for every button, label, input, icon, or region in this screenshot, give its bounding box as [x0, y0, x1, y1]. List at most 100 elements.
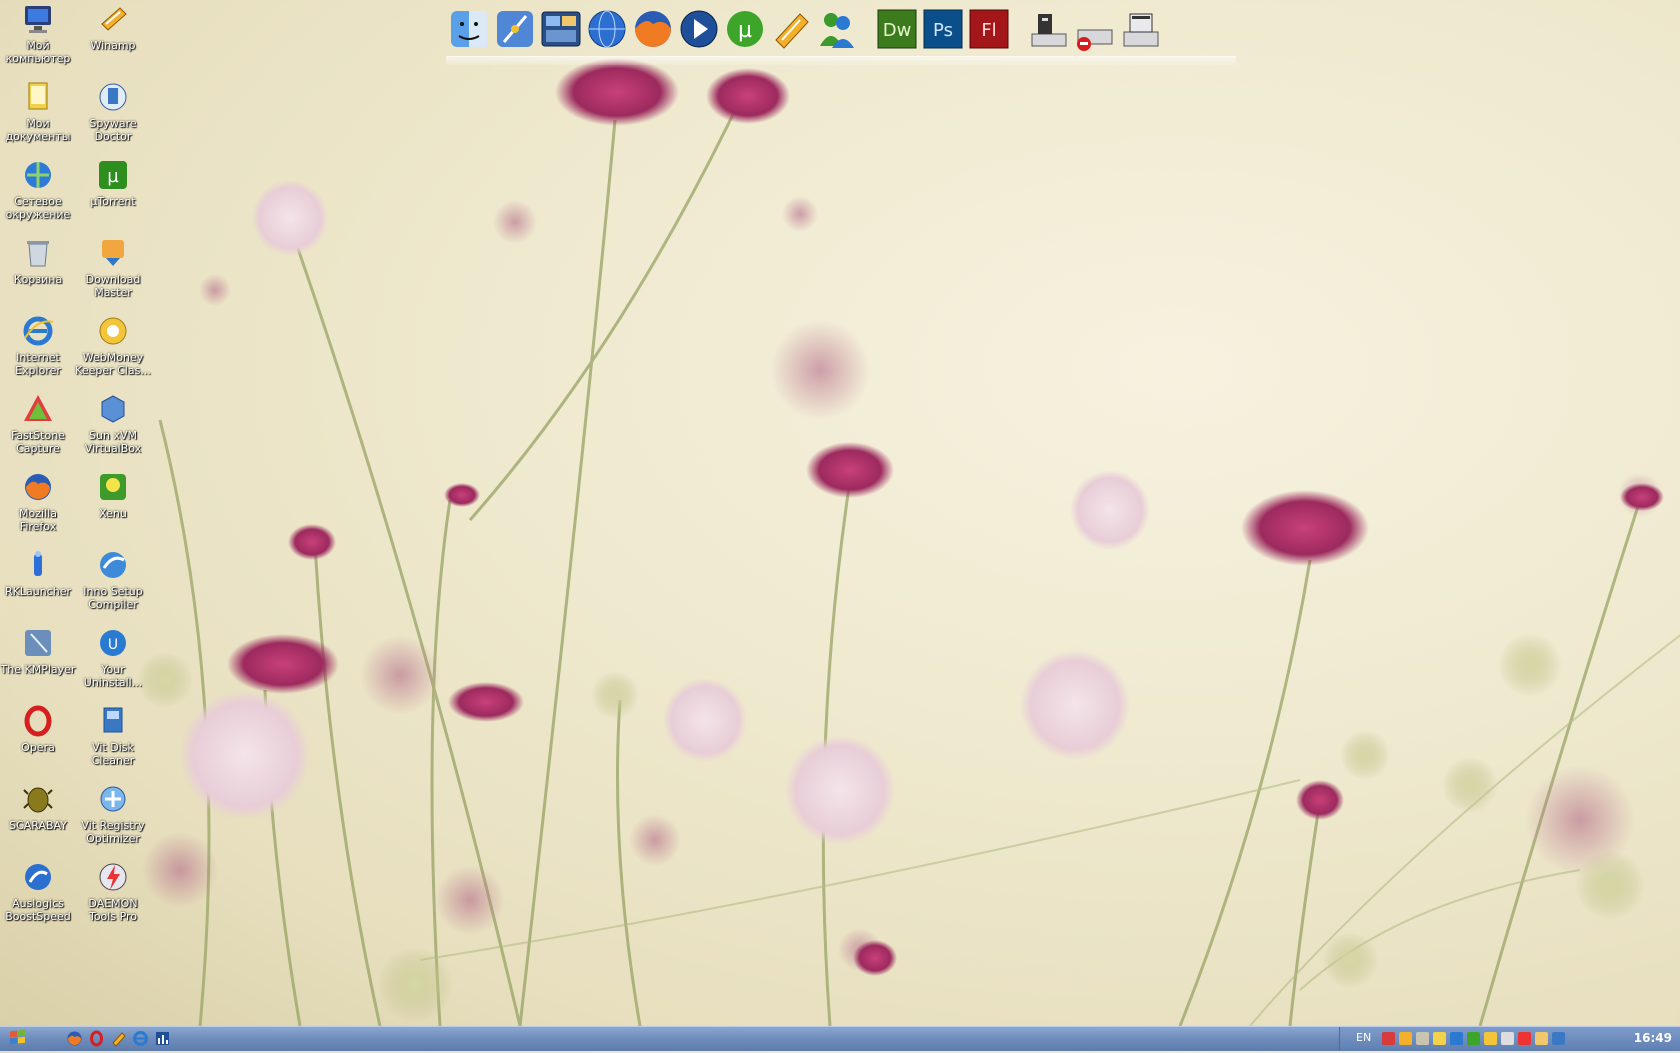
- system-tray: EN 16:49: [1339, 1027, 1680, 1051]
- folder-icon[interactable]: [1535, 1032, 1548, 1045]
- winamp-icon[interactable]: [1399, 1032, 1412, 1045]
- desktop-shortcut-download-master[interactable]: Download Master: [75, 236, 151, 299]
- drive-icon: [1031, 14, 1067, 47]
- desktop-shortcut-my-computer[interactable]: Мой компьютер: [0, 2, 76, 65]
- dock-item-drive[interactable]: [1026, 6, 1072, 52]
- desktop-shortcut-label: Download Master: [85, 273, 141, 299]
- drive-eject-icon: [1077, 29, 1113, 51]
- virtualbox-icon: [96, 392, 130, 426]
- dock-item-winamp[interactable]: [768, 6, 814, 52]
- webmoney-icon[interactable]: [1484, 1032, 1497, 1045]
- desktop-shortcut-label: Xenu: [99, 507, 127, 520]
- monitor-icon[interactable]: [1450, 1032, 1463, 1045]
- my-documents-icon: [21, 80, 55, 114]
- desktop-shortcut-opera[interactable]: Opera: [0, 704, 76, 754]
- compass-icon: [497, 11, 533, 47]
- flower-meadow-image: [137, 58, 1680, 1026]
- quick-launch-firefox[interactable]: [66, 1030, 83, 1047]
- desktop-shortcut-auslogics[interactable]: Auslogics BoostSpeed: [0, 860, 76, 923]
- desktop-shortcut-virtualbox[interactable]: Sun xVM VirtualBox: [75, 392, 151, 455]
- inno-setup-icon: [96, 548, 130, 582]
- dock-item-dreamweaver[interactable]: Dw: [874, 6, 920, 52]
- desktop-shortcut-internet-explorer[interactable]: Internet Explorer: [0, 314, 76, 377]
- desktop-shortcut-webmoney[interactable]: WebMoney Keeper Clas...: [75, 314, 151, 377]
- desktop-shortcut-scarabay[interactable]: SCARABAY: [0, 782, 76, 832]
- desktop-shortcut-my-documents[interactable]: Мои документы: [0, 80, 76, 143]
- dock-item-messenger[interactable]: [814, 6, 860, 52]
- dock-shelf: [446, 56, 1236, 65]
- desktop-shortcut-label: Auslogics BoostSpeed: [5, 897, 71, 923]
- recycle-bin-icon: [21, 236, 55, 270]
- desktop-shortcut-kmplayer[interactable]: The KMPlayer: [0, 626, 76, 676]
- dock-item-firefox[interactable]: [630, 6, 676, 52]
- dock-item-drive-card[interactable]: [1118, 6, 1164, 52]
- desktop-shortcut-label: Internet Explorer: [15, 351, 61, 377]
- desktop-wallpaper: [0, 0, 1680, 1026]
- daemon-icon[interactable]: [1518, 1032, 1531, 1045]
- desktop-shortcut-xenu[interactable]: Xenu: [75, 470, 151, 520]
- dock-item-drive-eject[interactable]: [1072, 6, 1118, 52]
- opera-icon: [90, 1030, 103, 1047]
- dock-item-media-player[interactable]: [676, 6, 722, 52]
- firefox-icon: [67, 1031, 82, 1046]
- winamp-icon: [112, 1032, 126, 1047]
- desktop-shortcut-winamp[interactable]: Winamp: [75, 2, 151, 52]
- dock-item-finder[interactable]: [446, 6, 492, 52]
- desktop-shortcut-firefox[interactable]: Mozilla Firefox: [0, 470, 76, 533]
- internet-explorer-icon: [21, 314, 55, 348]
- language-indicator[interactable]: EN: [1356, 1031, 1371, 1044]
- network-icon[interactable]: [1433, 1032, 1446, 1045]
- dock-item-compass[interactable]: [492, 6, 538, 52]
- desktop-shortcut-network[interactable]: Сетевое окружение: [0, 158, 76, 221]
- desktop-shortcut-spyware-doctor[interactable]: Spyware Doctor: [75, 80, 151, 143]
- desktop-shortcut-vit-registry[interactable]: Vit Registry Optimizer: [75, 782, 151, 845]
- quick-launch-winamp[interactable]: [110, 1030, 127, 1047]
- desktop-shortcut-your-uninstaller[interactable]: U Your Uninstall...: [75, 626, 151, 689]
- volume-icon[interactable]: [1501, 1032, 1514, 1045]
- dock-item-photoshop[interactable]: Ps: [920, 6, 966, 52]
- xenu-icon: [96, 470, 130, 504]
- clock[interactable]: 16:49: [1634, 1031, 1672, 1045]
- desktop-shortcut-label: Spyware Doctor: [89, 117, 137, 143]
- chart-icon: [156, 1032, 169, 1045]
- desktop-shortcut-faststone-capture[interactable]: FastStone Capture: [0, 392, 76, 455]
- desktop-shortcut-inno-setup[interactable]: Inno Setup Compiler: [75, 548, 151, 611]
- quick-launch-opera[interactable]: [88, 1030, 105, 1047]
- utorrent-icon[interactable]: [1467, 1032, 1480, 1045]
- firefox-icon: [635, 11, 671, 47]
- desktop-shortcut-label: Сетевое окружение: [5, 195, 71, 221]
- desktop-shortcut-label: DAEMON Tools Pro: [88, 897, 138, 923]
- faststone-capture-icon: [21, 392, 55, 426]
- desktop-shortcut-label: Vit Disk Cleaner: [91, 741, 135, 767]
- application-dock: µ Dw Ps Fl: [446, 2, 1236, 65]
- auslogics-icon: [21, 860, 55, 894]
- start-icon: [10, 1029, 25, 1045]
- shield-icon[interactable]: [1416, 1032, 1429, 1045]
- desktop-shortcut-vit-disk-cleaner[interactable]: Vit Disk Cleaner: [75, 704, 151, 767]
- display-icon[interactable]: [1552, 1032, 1565, 1045]
- dock-item-dashboard[interactable]: [538, 6, 584, 52]
- desktop-shortcut-utorrent[interactable]: µ µTorrent: [75, 158, 151, 208]
- dock-item-globe[interactable]: [584, 6, 630, 52]
- messenger-icon: [820, 13, 854, 48]
- desktop-shortcut-label: Opera: [21, 741, 55, 754]
- dock-item-utorrent[interactable]: µ: [722, 6, 768, 52]
- vit-registry-icon: [96, 782, 130, 816]
- quick-launch-chart[interactable]: [154, 1030, 171, 1047]
- desktop-shortcut-daemon-tools[interactable]: DAEMON Tools Pro: [75, 860, 151, 923]
- dock-item-flash[interactable]: Fl: [966, 6, 1012, 52]
- utorrent-icon: µ: [96, 158, 130, 192]
- desktop-shortcut-label: Inno Setup Compiler: [83, 585, 143, 611]
- dreamweaver-icon: Dw: [877, 9, 917, 49]
- desktop-shortcut-label: Vit Registry Optimizer: [81, 819, 145, 845]
- desktop-shortcut-recycle-bin[interactable]: Корзина: [0, 236, 76, 286]
- opera-icon: [21, 704, 55, 738]
- download-master-icon: [96, 236, 130, 270]
- quick-launch-internet-explorer[interactable]: [132, 1030, 149, 1047]
- faststone-icon[interactable]: [1382, 1032, 1395, 1045]
- my-computer-icon: [21, 2, 55, 36]
- start-button[interactable]: [4, 1029, 32, 1049]
- desktop-shortcut-label: FastStone Capture: [11, 429, 65, 455]
- desktop-shortcut-rklauncher[interactable]: RKLauncher: [0, 548, 76, 598]
- desktop-shortcut-label: RKLauncher: [5, 585, 71, 598]
